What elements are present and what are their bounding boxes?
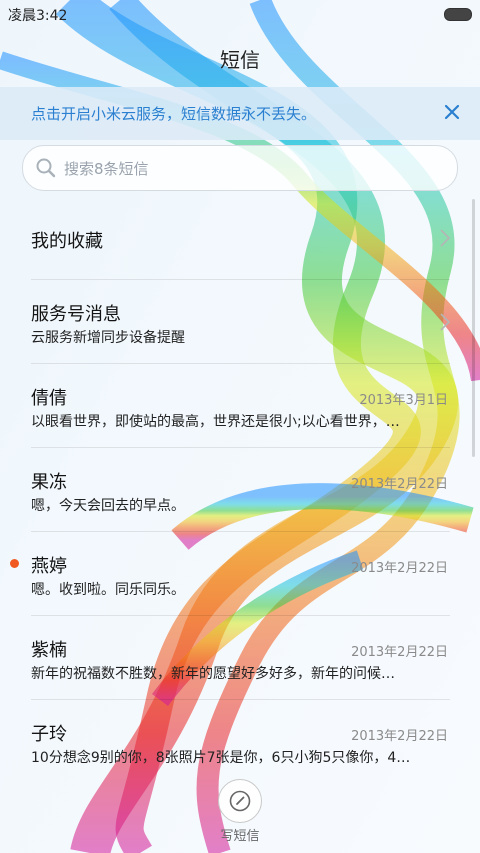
thread-row[interactable]: 果冻 2013年2月22日 嗯，今天会回去的早点。 [0, 448, 480, 532]
thread-preview: 嗯，今天会回去的早点。 [31, 498, 185, 514]
thread-row[interactable]: 紫楠 2013年2月22日 新年的祝福数不胜数，新年的愿望好多好多，新年的问候… [0, 616, 480, 700]
status-bar: 凌晨3:42 [0, 0, 480, 28]
compose-label: 写短信 [220, 829, 260, 844]
thread-date: 2013年3月1日 [359, 393, 448, 408]
thread-row[interactable]: 燕婷 2013年2月22日 嗯。收到啦。同乐同乐。 [0, 532, 480, 616]
cloud-service-banner[interactable]: 点击开启小米云服务，短信数据永不丢失。 [0, 87, 480, 140]
thread-name: 子玲 [31, 724, 67, 745]
banner-text[interactable]: 点击开启小米云服务，短信数据永不丢失。 [31, 103, 316, 124]
thread-row[interactable]: 子玲 2013年2月22日 10分想念9别的你，8张照片7张是你，6只小狗5只像… [0, 700, 480, 784]
thread-date: 2013年2月22日 [351, 561, 448, 576]
scrollbar[interactable] [472, 199, 475, 457]
unread-indicator [10, 559, 19, 568]
status-time: 凌晨3:42 [8, 8, 68, 24]
search-icon [36, 158, 56, 178]
search-input[interactable]: 搜索8条短信 [22, 145, 458, 191]
thread-preview: 以眼看世界，即使站的最高，世界还是很小;以心看世界，… [31, 414, 400, 430]
chevron-right-icon [440, 313, 451, 331]
thread-preview: 新年的祝福数不胜数，新年的愿望好多好多，新年的问候… [31, 666, 395, 682]
favorites-row[interactable]: 我的收藏 [0, 196, 480, 280]
battery-icon [444, 8, 472, 21]
thread-name: 紫楠 [31, 640, 67, 661]
thread-date: 2013年2月22日 [351, 645, 448, 660]
close-icon[interactable] [438, 98, 466, 126]
compose-button[interactable] [218, 779, 262, 823]
thread-name: 我的收藏 [31, 231, 103, 252]
thread-preview: 云服务新增同步设备提醒 [31, 330, 185, 346]
thread-name: 服务号消息 [31, 304, 121, 325]
chevron-right-icon [440, 229, 451, 247]
thread-date: 2013年2月22日 [351, 477, 448, 492]
compose-icon [229, 790, 251, 812]
thread-name: 倩倩 [31, 388, 67, 409]
service-messages-row[interactable]: 服务号消息 云服务新增同步设备提醒 [0, 280, 480, 364]
search-placeholder: 搜索8条短信 [64, 160, 149, 178]
thread-row[interactable]: 倩倩 2013年3月1日 以眼看世界，即使站的最高，世界还是很小;以心看世界，… [0, 364, 480, 448]
thread-name: 果冻 [31, 472, 67, 493]
thread-date: 2013年2月22日 [351, 729, 448, 744]
thread-preview: 嗯。收到啦。同乐同乐。 [31, 582, 185, 598]
thread-name: 燕婷 [31, 556, 67, 577]
thread-preview: 10分想念9别的你，8张照片7张是你，6只小狗5只像你，4… [31, 750, 411, 766]
page-title: 短信 [220, 48, 260, 72]
